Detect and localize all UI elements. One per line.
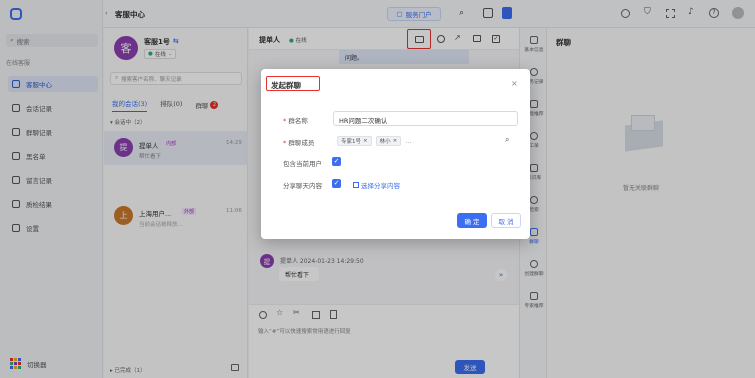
name-label: * 群名称 — [283, 117, 308, 125]
member-tag: 专家1号 × — [337, 135, 372, 146]
confirm-label: 确 定 — [464, 217, 480, 226]
remove-icon[interactable]: × — [393, 138, 398, 144]
include-user-checkbox[interactable]: ✓ — [332, 157, 341, 166]
member-name: 专家1号 — [341, 138, 361, 145]
member-tag: 林小 × — [375, 135, 402, 146]
share-content-text: 选择分享内容 — [361, 182, 400, 190]
confirm-button[interactable]: 确 定 — [457, 213, 487, 228]
select-icon — [353, 182, 359, 188]
cancel-label: 取 消 — [498, 217, 514, 226]
members-more: ... — [405, 136, 412, 145]
cancel-button[interactable]: 取 消 — [491, 213, 521, 228]
share-checkbox[interactable]: ✓ — [332, 179, 341, 188]
name-label-text: 群名称 — [288, 117, 308, 125]
members-label: * 群聊成员 — [283, 139, 315, 147]
group-name-input[interactable]: HR问题二次确认 — [333, 111, 518, 126]
members-select[interactable]: 专家1号 × 林小 × ... — [333, 133, 518, 148]
include-user-label: 包含当前用户 — [283, 160, 322, 168]
remove-icon[interactable]: × — [363, 138, 368, 144]
modal-title-box: 发起群聊 — [266, 76, 320, 91]
group-name-value: HR问题二次确认 — [339, 117, 388, 125]
close-icon[interactable]: × — [511, 79, 518, 88]
create-group-modal: 发起群聊 × * 群名称 HR问题二次确认 * 群聊成员 专家1号 × 林小 × .… — [261, 69, 530, 239]
modal-title: 发起群聊 — [271, 81, 301, 90]
member-name: 林小 — [379, 138, 391, 145]
search-icon[interactable]: ⌕ — [505, 135, 509, 145]
members-label-text: 群聊成员 — [288, 139, 315, 147]
share-label: 分享聊天内容 — [283, 182, 322, 190]
share-content-link[interactable]: 选择分享内容 — [353, 180, 400, 190]
